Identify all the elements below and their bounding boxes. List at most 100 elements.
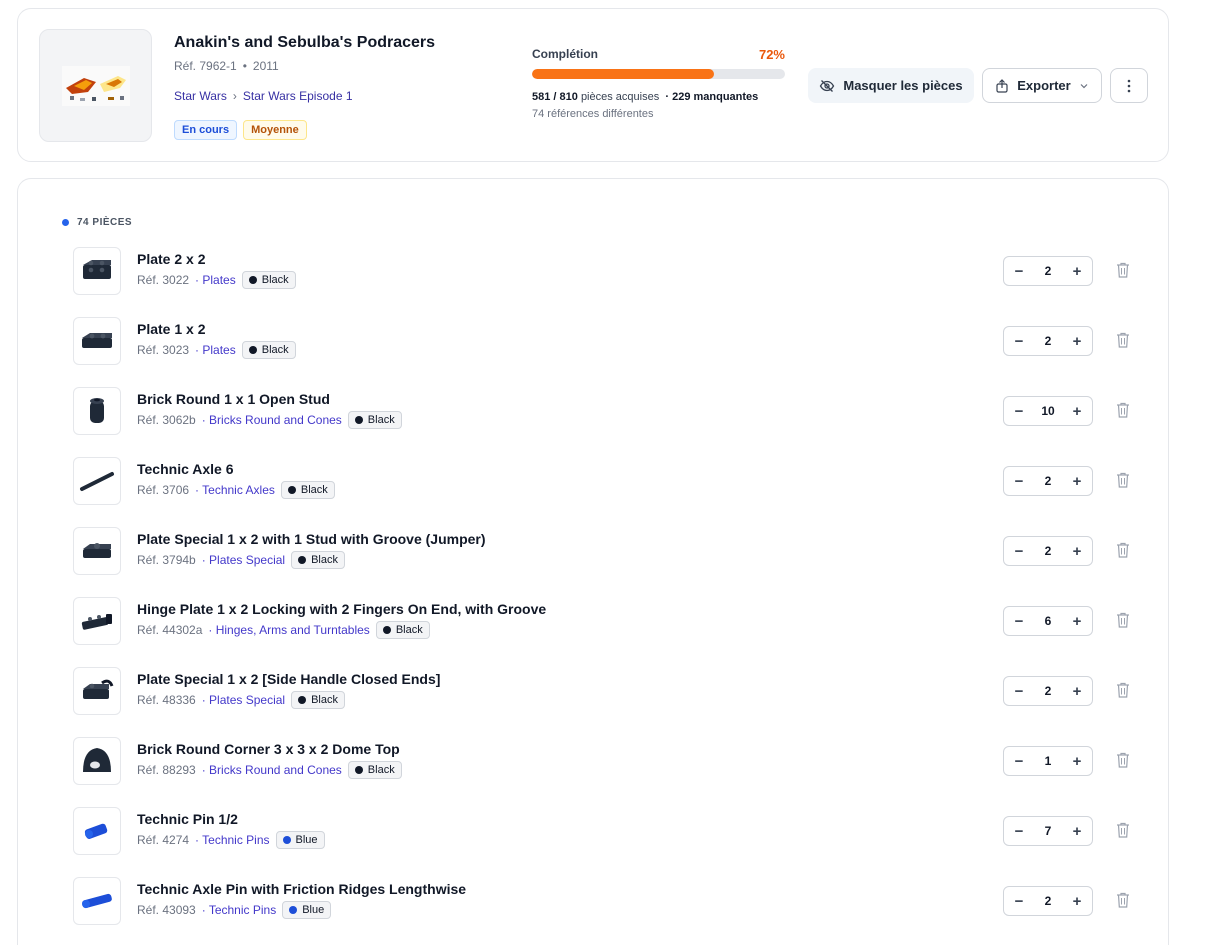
piece-category-link[interactable]: · Bricks Round and Cones — [202, 413, 342, 427]
completion-stats: 581 / 810 pièces acquises · 229 manquant… — [532, 91, 785, 103]
increment-button[interactable]: + — [1070, 264, 1084, 279]
distinct-refs: 74 références différentes — [532, 108, 654, 120]
increment-button[interactable]: + — [1070, 614, 1084, 629]
piece-color-chip: Black — [347, 411, 402, 429]
piece-row: Plate 1 x 2 Réf. 3023 · Plates Black − 2… — [73, 317, 1138, 387]
piece-image[interactable] — [73, 387, 121, 435]
piece-image[interactable] — [73, 317, 121, 365]
trash-icon[interactable] — [1115, 891, 1131, 909]
increment-button[interactable]: + — [1070, 334, 1084, 349]
piece-image[interactable] — [73, 597, 121, 645]
increment-button[interactable]: + — [1070, 894, 1084, 909]
set-meta: Réf. 7962-1 • 2011 — [174, 59, 279, 73]
trash-icon[interactable] — [1115, 331, 1131, 349]
quantity-value: 2 — [1044, 544, 1052, 558]
piece-category-link[interactable]: · Plates — [195, 273, 236, 287]
piece-image[interactable] — [73, 527, 121, 575]
piece-name: Plate 1 x 2 — [137, 321, 206, 337]
piece-row: Plate Special 1 x 2 [Side Handle Closed … — [73, 667, 1138, 737]
piece-thumbnail-image — [82, 333, 112, 348]
more-options-button[interactable] — [1110, 68, 1148, 103]
piece-category-link[interactable]: · Technic Pins — [195, 833, 269, 847]
set-title: Anakin's and Sebulba's Podracers — [174, 34, 436, 51]
trash-icon[interactable] — [1115, 401, 1131, 419]
piece-ref: Réf. 43093 — [137, 903, 196, 917]
set-thumbnail[interactable] — [39, 29, 152, 142]
decrement-button[interactable]: − — [1012, 334, 1026, 349]
pieces-count-label: 74 PIÈCES — [77, 217, 133, 228]
quantity-stepper: − 2 + — [1003, 536, 1093, 566]
piece-name: Plate 2 x 2 — [137, 251, 206, 267]
quantity-stepper: − 2 + — [1003, 886, 1093, 916]
hide-pieces-button[interactable]: Masquer les pièces — [808, 68, 974, 103]
piece-name: Technic Axle 6 — [137, 461, 234, 477]
piece-image[interactable] — [73, 737, 121, 785]
piece-category-link[interactable]: · Technic Axles — [195, 483, 275, 497]
piece-image[interactable] — [73, 457, 121, 505]
trash-icon[interactable] — [1115, 611, 1131, 629]
piece-color-chip: Black — [375, 621, 430, 639]
piece-meta: Réf. 4274 · Technic Pins Blue — [137, 831, 325, 849]
trash-icon[interactable] — [1115, 261, 1131, 279]
piece-meta: Réf. 44302a · Hinges, Arms and Turntable… — [137, 621, 430, 639]
piece-category-link[interactable]: · Plates Special — [202, 553, 285, 567]
acquired-suffix: pièces acquises — [580, 91, 660, 103]
piece-category-link[interactable]: · Technic Pins — [202, 903, 276, 917]
trash-icon[interactable] — [1115, 471, 1131, 489]
piece-image[interactable] — [73, 877, 121, 925]
increment-button[interactable]: + — [1070, 474, 1084, 489]
piece-color-name: Black — [367, 764, 395, 776]
increment-button[interactable]: + — [1070, 824, 1084, 839]
piece-image[interactable] — [73, 247, 121, 295]
increment-button[interactable]: + — [1070, 684, 1084, 699]
color-dot-icon — [287, 486, 296, 494]
piece-name: Technic Pin 1/2 — [137, 811, 238, 827]
decrement-button[interactable]: − — [1012, 754, 1026, 769]
piece-category-link[interactable]: · Hinges, Arms and Turntables — [208, 623, 369, 637]
decrement-button[interactable]: − — [1012, 894, 1026, 909]
set-ref: Réf. 7962-1 — [174, 59, 237, 73]
decrement-button[interactable]: − — [1012, 404, 1026, 419]
piece-row: Plate Special 1 x 2 with 1 Stud with Gro… — [73, 527, 1138, 597]
trash-icon[interactable] — [1115, 751, 1131, 769]
piece-color-name: Black — [367, 414, 395, 426]
increment-button[interactable]: + — [1070, 544, 1084, 559]
breadcrumb-subtheme[interactable]: Star Wars Episode 1 — [243, 89, 353, 103]
piece-image[interactable] — [73, 807, 121, 855]
piece-category-link[interactable]: · Bricks Round and Cones — [202, 763, 342, 777]
decrement-button[interactable]: − — [1012, 684, 1026, 699]
trash-icon[interactable] — [1115, 541, 1131, 559]
breadcrumb-theme[interactable]: Star Wars — [174, 89, 227, 103]
quantity-value: 2 — [1044, 474, 1052, 488]
piece-row: Hinge Plate 1 x 2 Locking with 2 Fingers… — [73, 597, 1138, 667]
decrement-button[interactable]: − — [1012, 544, 1026, 559]
piece-name: Technic Axle Pin with Friction Ridges Le… — [137, 881, 467, 897]
piece-meta: Réf. 3706 · Technic Axles Black — [137, 481, 335, 499]
decrement-button[interactable]: − — [1012, 614, 1026, 629]
piece-row: Plate 2 x 2 Réf. 3022 · Plates Black − 2… — [73, 247, 1138, 317]
increment-button[interactable]: + — [1070, 404, 1084, 419]
export-button[interactable]: Exporter — [982, 68, 1102, 103]
decrement-button[interactable]: − — [1012, 264, 1026, 279]
quantity-value: 7 — [1044, 824, 1052, 838]
decrement-button[interactable]: − — [1012, 474, 1026, 489]
pieces-list-card: 74 PIÈCES Plate 2 x 2 Réf. 3022 · Plates… — [17, 178, 1169, 945]
increment-button[interactable]: + — [1070, 754, 1084, 769]
decrement-button[interactable]: − — [1012, 824, 1026, 839]
piece-meta: Réf. 3022 · Plates Black — [137, 271, 296, 289]
trash-icon[interactable] — [1115, 821, 1131, 839]
piece-thumbnail-image — [83, 679, 114, 699]
acquired-count: 581 / 810 — [532, 91, 578, 103]
piece-image[interactable] — [73, 667, 121, 715]
piece-color-chip: Blue — [282, 901, 332, 919]
pieces-list: Plate 2 x 2 Réf. 3022 · Plates Black − 2… — [73, 247, 1138, 945]
piece-thumbnail-image — [84, 823, 108, 839]
color-dot-icon — [354, 766, 363, 774]
piece-category-link[interactable]: · Plates Special — [202, 693, 285, 707]
completion-progress-fill — [532, 69, 715, 79]
piece-color-chip: Black — [280, 481, 335, 499]
piece-category-link[interactable]: · Plates — [195, 343, 236, 357]
export-label: Exporter — [1017, 78, 1071, 93]
piece-name: Plate Special 1 x 2 [Side Handle Closed … — [137, 671, 441, 687]
trash-icon[interactable] — [1115, 681, 1131, 699]
